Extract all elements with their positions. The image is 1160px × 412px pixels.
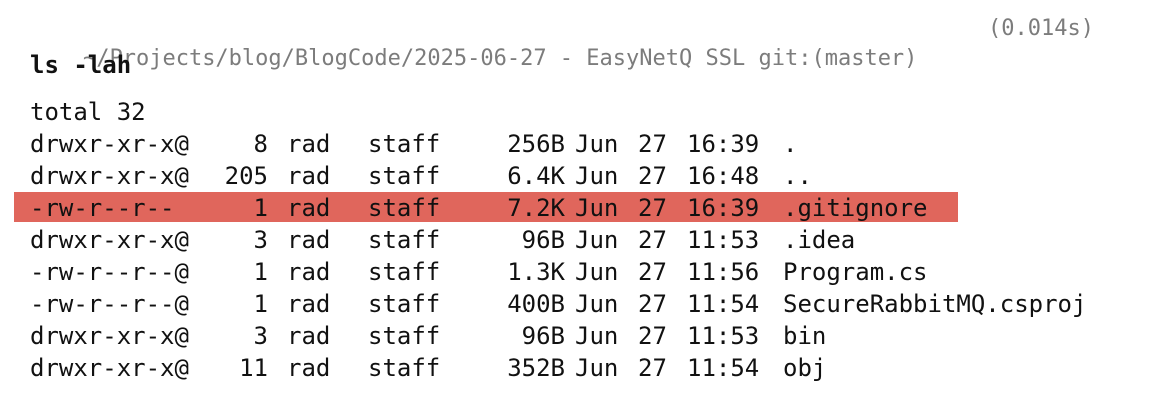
file-links: 8 xyxy=(253,130,268,158)
file-links: 3 xyxy=(253,226,268,254)
file-size: 1.3K xyxy=(507,258,565,286)
file-row: drwxr-xr-x@ 3 rad staff 96B Jun 27 11:53 bin xyxy=(0,320,1160,352)
file-day: 27 xyxy=(638,258,667,286)
file-row: drwxr-xr-x@ 11 rad staff 352B Jun 27 11:54 obj xyxy=(0,352,1160,384)
terminal-window[interactable]: ~/Projects/blog/BlogCode/2025-06-27 - Ea… xyxy=(0,0,1160,412)
file-group: staff xyxy=(368,162,441,190)
file-month: Jun xyxy=(575,162,619,190)
file-owner: rad xyxy=(287,226,331,254)
file-month: Jun xyxy=(575,322,619,350)
file-row: -rw-r--r--@ 1 rad staff 1.3K Jun 27 11:56 Progra… xyxy=(0,256,1160,288)
file-group: staff xyxy=(368,290,441,318)
file-perm: drwxr-xr-x@ xyxy=(30,354,189,382)
file-links: 1 xyxy=(253,194,268,222)
file-day: 27 xyxy=(638,322,667,350)
file-owner: rad xyxy=(287,290,331,318)
file-perm: -rw-r--r--@ xyxy=(30,290,189,318)
file-time: 16:39 xyxy=(687,130,760,158)
file-time: 11:54 xyxy=(687,354,760,382)
file-time: 11:54 xyxy=(687,290,760,318)
file-size: 96B xyxy=(521,226,565,254)
ls-output: total 32 drwxr-xr-x@ 8 rad staff 256B Jun 27 16… xyxy=(0,96,1160,384)
file-owner: rad xyxy=(287,162,331,190)
file-month: Jun xyxy=(575,290,619,318)
file-group: staff xyxy=(368,354,441,382)
file-links: 3 xyxy=(253,322,268,350)
file-name: . xyxy=(783,130,798,158)
file-month: Jun xyxy=(575,130,619,158)
file-row: -rw-r--r--@ 1 rad staff 400B Jun 27 11:54 Secure… xyxy=(0,288,1160,320)
file-name: .. xyxy=(783,162,812,190)
file-name: .idea xyxy=(783,226,856,254)
file-day: 27 xyxy=(638,162,667,190)
file-time: 11:53 xyxy=(687,226,760,254)
file-group: staff xyxy=(368,258,441,286)
file-row: drwxr-xr-x@ 8 rad staff 256B Jun 27 16:39. xyxy=(0,128,1160,160)
file-owner: rad xyxy=(287,194,331,222)
file-name: obj xyxy=(783,354,827,382)
file-group: staff xyxy=(368,322,441,350)
file-row: drwxr-xr-x@ 205 rad staff 6.4K Jun 27 16:48.. xyxy=(0,160,1160,192)
file-group: staff xyxy=(368,194,441,222)
file-name: bin xyxy=(783,322,827,350)
file-perm: drwxr-xr-x@ xyxy=(30,226,189,254)
file-perm: -rw-r--r--@ xyxy=(30,258,189,286)
file-size: 7.2K xyxy=(507,194,565,222)
file-size: 400B xyxy=(507,290,565,318)
file-name: Program.cs xyxy=(783,258,928,286)
file-group: staff xyxy=(368,226,441,254)
file-size: 6.4K xyxy=(507,162,565,190)
file-name: .gitignore xyxy=(783,194,928,222)
file-size: 352B xyxy=(507,354,565,382)
file-group: staff xyxy=(368,130,441,158)
file-day: 27 xyxy=(638,290,667,318)
file-owner: rad xyxy=(287,258,331,286)
file-size: 96B xyxy=(521,322,565,350)
file-links: 1 xyxy=(253,258,268,286)
file-owner: rad xyxy=(287,322,331,350)
prompt-path: ~/Projects/blog/BlogCode/2025-06-27 - Ea… xyxy=(82,46,918,71)
file-row: drwxr-xr-x@ 3 rad staff 96B Jun 27 11:53 .idea xyxy=(0,224,1160,256)
file-day: 27 xyxy=(638,194,667,222)
file-perm: drwxr-xr-x@ xyxy=(30,130,189,158)
file-day: 27 xyxy=(638,226,667,254)
file-month: Jun xyxy=(575,354,619,382)
file-month: Jun xyxy=(575,194,619,222)
file-month: Jun xyxy=(575,258,619,286)
file-perm: -rw-r--r-- xyxy=(30,194,175,222)
file-time: 11:56 xyxy=(687,258,760,286)
file-links: 205 xyxy=(224,162,268,190)
file-perm: drwxr-xr-x@ xyxy=(30,162,189,190)
file-time: 16:48 xyxy=(687,162,760,190)
file-links: 11 xyxy=(239,354,268,382)
file-row: -rw-r--r-- 1 rad staff 7.2K Jun 27 16:39 .gitign… xyxy=(0,192,1160,224)
file-links: 1 xyxy=(253,290,268,318)
file-day: 27 xyxy=(638,130,667,158)
command-duration: (0.014s) xyxy=(988,16,1094,41)
total-line: total 32 xyxy=(0,96,1160,128)
command-text: ls -lah xyxy=(30,51,132,79)
file-name: SecureRabbitMQ.csproj xyxy=(783,290,1087,318)
file-size: 256B xyxy=(507,130,565,158)
file-owner: rad xyxy=(287,130,331,158)
file-day: 27 xyxy=(638,354,667,382)
file-time: 11:53 xyxy=(687,322,760,350)
file-perm: drwxr-xr-x@ xyxy=(30,322,189,350)
total-label: total 32 xyxy=(30,98,146,126)
file-time: 16:39 xyxy=(687,194,760,222)
file-owner: rad xyxy=(287,354,331,382)
file-listing: drwxr-xr-x@ 8 rad staff 256B Jun 27 16:39. drwxr… xyxy=(0,128,1160,384)
shell-prompt: ~/Projects/blog/BlogCode/2025-06-27 - Ea… xyxy=(30,14,1140,71)
file-month: Jun xyxy=(575,226,619,254)
